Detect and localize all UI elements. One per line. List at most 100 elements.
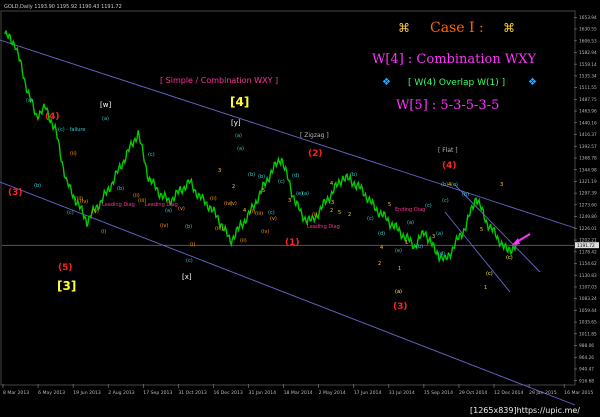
wave-label: (c)	[442, 198, 449, 204]
x-tick-label: 19 Jun 2013	[73, 390, 101, 396]
wave-label: (i)	[312, 212, 317, 218]
wave-label: 1	[484, 285, 487, 291]
wave-label: 5	[338, 210, 341, 216]
wave-label: (b)	[258, 174, 265, 180]
wave-label: (v)	[270, 216, 277, 222]
wave-label: (iv)	[160, 223, 168, 229]
x-tick-label: 2 Aug 2013	[108, 390, 135, 396]
wave-label: (2)	[308, 149, 323, 159]
wave-label: (3)	[8, 188, 23, 198]
y-tick-label: 1368.78	[579, 156, 597, 162]
y-tick-label: 1653.94	[579, 15, 597, 21]
wave-label: 3	[218, 168, 221, 174]
case-symbol-left: ⌘	[398, 21, 410, 35]
case-line4: W[5] : 5-3-5-3-5	[396, 98, 499, 113]
case-symbol-right: ⌘	[503, 21, 515, 35]
y-tick-label: 916.68	[579, 378, 594, 384]
wave-label: (e)	[395, 248, 402, 254]
y-tick-label: 1249.80	[579, 214, 597, 220]
x-tick-label: 15 Sep 2014	[424, 390, 453, 396]
x-tick-label: 29 Jan 2015	[529, 390, 557, 396]
y-tick-label: 1178.42	[579, 249, 597, 255]
x-tick-label: 6 May 2013	[38, 390, 65, 396]
y-tick-label: 1535.34	[579, 73, 597, 79]
wave-label: (a)	[395, 289, 402, 295]
y-tick-label: 1107.03	[579, 285, 597, 291]
case-symbol-right-2: ❖	[528, 77, 537, 88]
wave-label: (ii)	[240, 238, 247, 244]
wave-label: (4)	[442, 161, 457, 171]
wave-label: 2	[232, 184, 235, 190]
wave-label: (1)	[285, 238, 300, 248]
x-tick-label: 16 Dec 2013	[213, 390, 242, 396]
x-tick-label: 2 May 2014	[319, 390, 346, 396]
y-tick-label: 1130.83	[579, 273, 597, 279]
wave-label: [ Flat ]	[438, 147, 458, 154]
wave-label: 2	[378, 261, 381, 267]
x-tick-label: 31 Jan 2014	[249, 390, 277, 396]
wave-label: (c)	[186, 258, 193, 264]
wave-label: (ii)	[210, 196, 217, 202]
y-tick-label: 1511.55	[579, 85, 597, 91]
wave-label: (c)	[148, 152, 155, 158]
y-tick-label: 988.06	[579, 343, 594, 349]
wave-label: (e)	[451, 182, 458, 188]
wave-label: 5	[262, 188, 265, 194]
wave-label: (d)	[438, 251, 445, 257]
y-tick-label: 1630.55	[579, 27, 597, 33]
wave-label: (a)	[26, 98, 33, 104]
wave-label: (b)	[117, 186, 124, 192]
y-tick-label: 1392.57	[579, 144, 597, 150]
elliott-wave-chart: [ Simple / Combination WXY ] [ Zigzag ] [ …	[0, 0, 600, 417]
wave-label: (iv)	[261, 229, 269, 235]
wave-label: (d)	[292, 173, 299, 179]
y-tick-label: 1011.85	[579, 331, 597, 337]
wave-label: (d)	[378, 231, 385, 237]
x-tick-label: 17 Sep 2013	[143, 390, 172, 396]
wave-label: (iv)	[80, 199, 88, 205]
wave-label: (v)	[230, 201, 237, 207]
wave-label: (a)	[302, 191, 309, 197]
wave-label: (4)	[45, 112, 60, 122]
y-tick-label: 1321.19	[579, 179, 597, 185]
wave-label: 4	[380, 245, 383, 251]
wave-label: 4	[330, 181, 333, 187]
wave-label: [3]	[57, 279, 76, 293]
wave-label: (c)	[506, 255, 513, 261]
y-tick-label: 1273.60	[579, 202, 597, 208]
y-tick-label: 940.47	[579, 367, 594, 373]
y-tick-label: 1344.98	[579, 167, 597, 173]
y-tick-label: 1416.37	[579, 132, 597, 138]
current-price-label: 1191.72	[577, 243, 595, 249]
y-tick-label: 964.26	[579, 355, 594, 361]
y-tick-label: 1297.39	[579, 191, 597, 197]
wave-label: (ii)	[70, 151, 77, 157]
y-tick-label: 1083.24	[579, 296, 597, 302]
wave-label: (b)	[462, 192, 469, 198]
x-tick-label: 8 Mar 2013	[3, 390, 29, 396]
wave-label: 2	[348, 212, 351, 218]
y-tick-label: 1559.14	[579, 62, 597, 68]
wave-label: (c)	[367, 216, 374, 222]
x-tick-label: 29 Oct 2014	[459, 390, 487, 396]
wave-label: 4	[448, 182, 451, 188]
wave-label: (iii)	[138, 198, 146, 204]
wave-label: 2	[330, 208, 333, 214]
y-tick-label: 1487.75	[579, 97, 597, 103]
wave-label: (b)	[248, 172, 255, 178]
wave-label: (c)	[278, 179, 285, 185]
wave-label: (a)	[407, 220, 414, 226]
y-tick-label: 1440.16	[579, 120, 597, 126]
wave-label: 5	[480, 227, 483, 233]
wave-label: (v)	[178, 206, 185, 212]
y-tick-label: 1154.62	[579, 261, 597, 267]
x-tick-label: 31 Jul 2014	[389, 390, 415, 396]
x-tick-label: 31 Oct 2013	[178, 390, 206, 396]
wave-label: (a)	[237, 146, 244, 152]
wave-label: 5	[388, 202, 391, 208]
wave-label: (c)	[67, 210, 74, 216]
case-symbol-left-2: ❖	[382, 77, 391, 88]
case-line3: [ W(4) Overlap W(1) ]	[408, 78, 505, 88]
y-tick-label: 1226.01	[579, 226, 597, 232]
y-tick-label: 1035.65	[579, 320, 597, 326]
